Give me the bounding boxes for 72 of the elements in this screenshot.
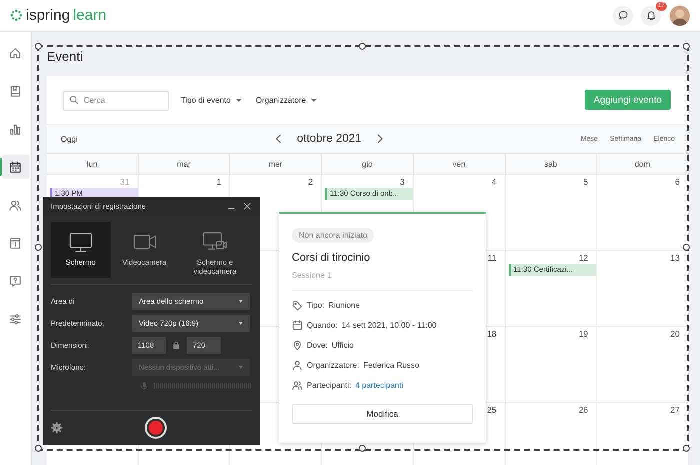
day-number: 19 — [578, 330, 590, 339]
detail-label: Organizzatore: — [307, 361, 360, 370]
event-subtitle: Sessione 1 — [292, 271, 333, 280]
today-button[interactable]: Oggi — [61, 134, 78, 144]
logo-text: ispring — [26, 7, 70, 24]
calendar-icon — [292, 320, 303, 331]
logo-icon — [10, 9, 23, 22]
search-icon — [69, 95, 79, 105]
page-title: Eventi — [47, 49, 84, 65]
day-number: 25 — [487, 406, 498, 415]
detail-label: Tipo: — [307, 301, 324, 310]
people-icon — [292, 380, 303, 391]
bar-chart-icon — [9, 122, 22, 136]
detail-value: Riunione — [328, 301, 360, 310]
detail-value: 14 sett 2021, 10:00 - 11:00 — [342, 321, 437, 330]
day-number: 3 — [400, 178, 406, 187]
weekday-label: dom — [634, 160, 650, 168]
search-field[interactable]: Cerca — [63, 90, 169, 110]
status-chip: Non ancora iniziato — [292, 228, 374, 243]
notifications-button[interactable] — [641, 6, 661, 26]
detail-value: Ufficio — [332, 341, 354, 350]
weekday-label: sab — [544, 160, 558, 168]
help-chat-icon — [9, 274, 22, 288]
close-icon — [243, 202, 252, 211]
day-number: 31 — [120, 178, 131, 187]
chat-icon — [618, 10, 628, 21]
calendar-icon — [9, 160, 22, 174]
participants-link[interactable]: 4 partecipanti — [355, 381, 404, 390]
info-board-icon — [9, 236, 22, 250]
location-pin-icon — [292, 340, 303, 351]
avatar[interactable] — [670, 6, 690, 26]
day-number: 12 — [578, 254, 590, 263]
book-icon — [9, 84, 22, 98]
day-number: 4 — [492, 178, 498, 187]
detail-label: Quando: — [307, 321, 338, 330]
logo-text: learn — [73, 7, 107, 24]
detail-value: Federica Russo — [363, 361, 420, 370]
day-number: 20 — [670, 330, 681, 339]
microphone-icon — [140, 382, 149, 390]
detail-label: Dove: — [307, 341, 328, 350]
weekday-label: mar — [177, 160, 191, 168]
month-label: ottobre 2021 — [297, 133, 362, 145]
weekday-label: gio — [362, 160, 373, 168]
filter-dropdown[interactable]: Tipo di evento — [179, 96, 244, 104]
chat-button[interactable] — [613, 6, 633, 26]
event-title: Corsi di tirocinio — [292, 252, 372, 264]
day-number: 11 — [488, 254, 498, 263]
people-icon — [9, 198, 22, 212]
edit-button[interactable]: Modifica — [292, 404, 473, 424]
weekday-label: ven — [452, 160, 466, 168]
home-icon — [9, 46, 22, 60]
day-number: 6 — [675, 178, 681, 187]
weekday-label: lun — [87, 160, 98, 168]
day-number: 2 — [308, 178, 314, 187]
day-number: 5 — [584, 178, 590, 187]
tag-icon — [292, 300, 303, 311]
bell-icon — [646, 10, 656, 21]
day-number: 1 — [216, 178, 222, 187]
day-number: 27 — [670, 406, 681, 415]
detail-label: Partecipanti: — [307, 381, 352, 390]
sidebar-item[interactable] — [2, 155, 30, 179]
day-number: 13 — [670, 254, 681, 263]
settings-button[interactable] — [51, 422, 63, 434]
person-icon — [292, 360, 303, 371]
weekday-label: mer — [268, 160, 283, 168]
lock-icon — [172, 341, 181, 350]
filter-dropdown[interactable]: Organizzatore — [254, 96, 320, 104]
sliders-icon — [9, 312, 22, 326]
record-button[interactable] — [145, 417, 167, 439]
settings-icon — [51, 422, 63, 434]
day-number: 18 — [487, 330, 498, 339]
day-number: 26 — [578, 406, 590, 415]
